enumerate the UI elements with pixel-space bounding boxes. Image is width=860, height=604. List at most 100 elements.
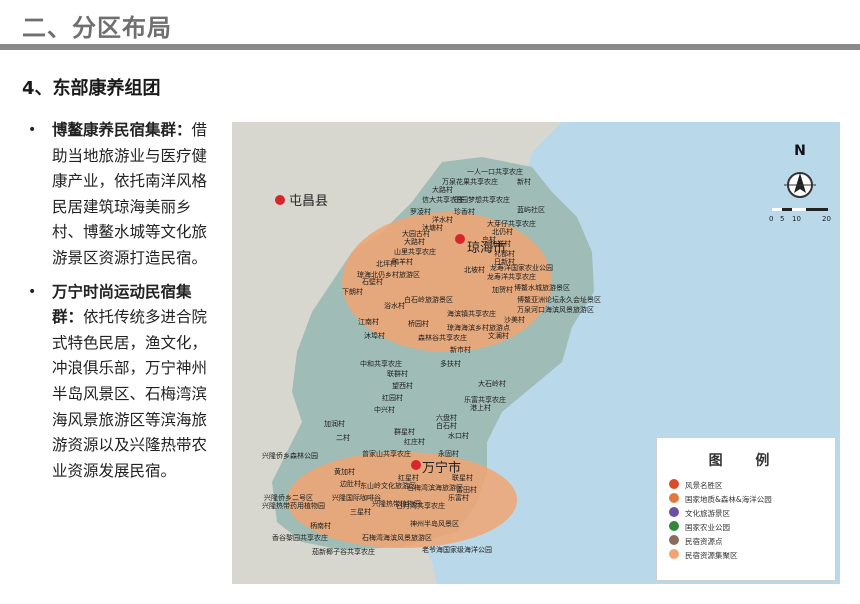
map-label: 桥园村 — [408, 319, 429, 328]
map-label: 一人一口共享农庄 — [467, 167, 523, 176]
description-column: • 博鳌康养民宿集群：借助当地旅游业与医疗健康产业，依托南洋风格民居建筑琼海美丽… — [26, 118, 222, 492]
map-label: 琼海海滨乡村旅游点 — [447, 323, 510, 332]
map-label: 龙寿洋国家农业公园 — [490, 263, 553, 272]
map-label: 博鳌亚洲论坛永久会址景区 — [517, 295, 601, 304]
north-label: N — [794, 143, 806, 159]
map-label: 新市村 — [450, 345, 471, 354]
map-label: 珍香村 — [454, 207, 475, 216]
map-label: 新村 — [517, 177, 531, 186]
map-label: 石壁村 — [362, 277, 383, 286]
bullet-marker: • — [28, 122, 37, 138]
legend-title: 图 例 — [708, 453, 784, 469]
map-label: 大芽仔共享农庄 — [487, 219, 536, 228]
city-marker — [411, 460, 421, 470]
map-label: 红园村 — [382, 393, 403, 402]
map-label: 大路村 — [404, 237, 425, 246]
map-label: 加润村 — [324, 419, 345, 428]
bullet-body: 依托传统多进合院式特色民居，渔文化，冲浪俱乐部，万宁神州半岛风景区、石梅湾滨海风… — [52, 308, 208, 480]
map-label: 乐富村 — [448, 493, 469, 502]
north-arrow: N — [768, 143, 832, 227]
map-label: 山里共享农庄 — [394, 247, 436, 256]
page-title: 二、分区布局 — [22, 14, 172, 42]
national-park-icon — [669, 493, 679, 503]
map-label: 香谷黎园共享农庄 — [272, 533, 328, 542]
bullet-wanning: • 万宁时尚运动民宿集群：依托传统多进合院式特色民居，渔文化，冲浪俱乐部，万宁神… — [26, 280, 222, 485]
map-label: 万泉花果共享农庄 — [442, 177, 498, 186]
map-label: 北坡村 — [464, 265, 485, 274]
map-label: 罗凌村 — [410, 207, 431, 216]
map-label: 洋水村 — [432, 215, 453, 224]
map-label: 红庄村 — [404, 437, 425, 446]
map-label: 万泉河口海滨风景旅游区 — [517, 305, 594, 314]
legend-item: 风景名胜区 — [669, 479, 723, 491]
map-label: 白石村 — [436, 421, 457, 430]
map-label: 海滨镇共享农庄 — [447, 309, 496, 318]
agricultural-park-icon — [669, 521, 679, 531]
map-label: 石梅湾滨海旅游区 — [407, 483, 463, 492]
map-label: 龙寿洋共享农庄 — [487, 272, 536, 281]
map-label: 大石岭村 — [478, 379, 506, 388]
map-label: 蓝屿社区 — [517, 205, 545, 214]
map-label: 下朗村 — [342, 287, 363, 296]
map-label: 柄南村 — [310, 521, 331, 530]
legend-item: 民宿资源点 — [669, 535, 723, 547]
map-label: 石梅湾海滨风景旅游区 — [362, 533, 432, 542]
map-label: 永固村 — [438, 449, 459, 458]
legend-item: 文化旅游景区 — [669, 507, 730, 519]
map-label: 乐富共享农庄 — [464, 395, 506, 404]
map-label: 三星村 — [350, 507, 371, 516]
legend-label: 国家农业公园 — [685, 523, 730, 532]
map-label: 沐埠村 — [364, 331, 385, 340]
legend-item: 国家地质&森林&海洋公园 — [669, 493, 772, 505]
title-divider — [0, 44, 860, 50]
map-label: 白石岭旅游景区 — [404, 295, 453, 304]
map-label: 六盘村 — [436, 413, 457, 422]
map-label: 森林谷共享农庄 — [418, 333, 467, 342]
bullet-marker: • — [28, 283, 37, 300]
legend-label: 民宿资源点 — [685, 537, 723, 546]
map-label: 群星村 — [394, 427, 415, 436]
map-label: 文澜村 — [488, 331, 509, 340]
map-label: 望西村 — [392, 381, 413, 390]
bullet-boao: • 博鳌康养民宿集群：借助当地旅游业与医疗健康产业，依托南洋风格民居建筑琼海美丽… — [26, 118, 222, 272]
legend-label: 文化旅游景区 — [685, 509, 730, 518]
homestay-point-icon — [669, 535, 679, 545]
map-label: 边肚村 — [340, 479, 361, 488]
legend-label: 风景名胜区 — [685, 481, 723, 490]
legend-label: 民宿资源集聚区 — [685, 551, 738, 560]
legend-item: 民宿资源集聚区 — [669, 549, 738, 561]
homestay-cluster-icon — [669, 549, 679, 559]
map-label: 大园古村 — [402, 229, 430, 238]
map-legend: 图 例 风景名胜区 国家地质&森林&海洋公园 文化旅游景区 国家农业公园 民宿资… — [656, 437, 836, 581]
map-label: 沙美村 — [504, 315, 525, 324]
map-label: 浴水村 — [384, 301, 405, 310]
cultural-tourism-icon — [669, 507, 679, 517]
map-label: 联群村 — [387, 369, 408, 378]
map-label: 兴隆侨乡森林公园 — [262, 451, 318, 460]
map-label: 礼都村 — [494, 249, 515, 258]
bullet-title: 博鳌康养民宿集群： — [52, 121, 192, 139]
compass-icon — [784, 172, 816, 198]
city-marker — [455, 234, 465, 244]
city-marker — [275, 195, 285, 205]
map-label: 富田村 — [456, 485, 477, 494]
map-label: 黄加村 — [334, 467, 355, 476]
map-label: 二村 — [336, 433, 350, 442]
map-label: 多扶村 — [440, 359, 461, 368]
map-label: 加祥村 — [490, 239, 511, 248]
map-label: 茄新椰子谷共享农庄 — [312, 547, 375, 556]
scenic-area-icon — [669, 479, 679, 489]
map-label: 曾家山共享农庄 — [362, 449, 411, 458]
map-label: 水口村 — [448, 431, 469, 440]
bullet-body: 借助当地旅游业与医疗健康产业，依托南洋风格民居建筑琼海美丽乡村、博鳌水城等文化旅… — [52, 121, 208, 267]
legend-item: 国家农业公园 — [669, 521, 730, 533]
map-label: 老爷海国家级海洋公园 — [422, 545, 492, 554]
map-label: 江南村 — [358, 317, 379, 326]
map-label: 田园梦想共享农庄 — [454, 195, 510, 204]
title-bar: 二、分区布局 — [0, 0, 860, 50]
map-label: 兴隆侨乡二号区 — [264, 493, 313, 502]
map-label: 中兴村 — [374, 405, 395, 414]
map-label: 港上村 — [470, 403, 491, 412]
map-label: 加贺村 — [492, 285, 513, 294]
map-label: 神州半岛风景区 — [410, 519, 459, 528]
